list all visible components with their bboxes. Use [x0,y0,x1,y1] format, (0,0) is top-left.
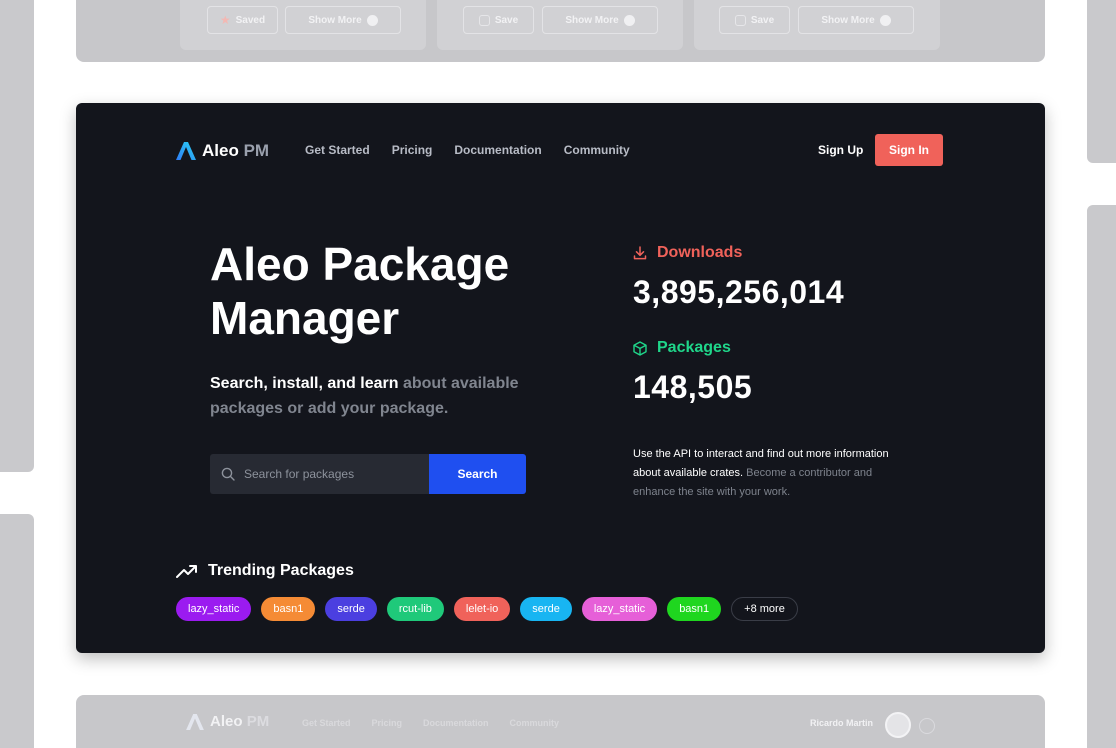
search-bar: Search for packages Search [210,454,526,494]
downloads-value: 3,895,256,014 [633,274,845,310]
downloads-label: Downloads [633,244,742,262]
packages-label: Packages [633,339,731,357]
nav-documentation[interactable]: Documentation [423,718,489,728]
main-nav: Get Started Pricing Documentation Commun… [305,143,630,157]
user-name[interactable]: Ricardo Martin [810,718,873,728]
left-ghost-panel-top [0,0,34,472]
trending-up-icon [176,565,197,578]
logo-main-text: Aleo [210,713,243,730]
hero-subtitle: Search, install, and learn about availab… [210,375,519,417]
search-icon [221,467,235,481]
page-title: Aleo Package Manager [210,238,510,344]
search-placeholder: Search for packages [244,467,355,481]
api-description: Use the API to interact and find out mor… [633,448,889,498]
download-icon [633,246,647,260]
hero-card: Aleo PM Get Started Pricing Documentatio… [76,103,1045,653]
nav-documentation[interactable]: Documentation [454,143,541,157]
aleo-logo-icon [186,713,204,730]
show-more-button[interactable]: Show More [798,6,914,34]
nav-community[interactable]: Community [510,718,560,728]
bookmark-icon [734,14,746,26]
sign-in-button[interactable]: Sign In [875,134,943,166]
tag-serde[interactable]: serde [520,597,572,621]
nav-get-started[interactable]: Get Started [305,143,370,157]
chevron-down-icon[interactable] [919,718,935,734]
save-button[interactable]: Save [463,6,534,34]
left-ghost-panel-bottom [0,514,34,748]
tag-serde[interactable]: serde [325,597,377,621]
nav-get-started[interactable]: Get Started [302,718,351,728]
search-button[interactable]: Search [429,454,526,494]
top-ghost-card: ★ Saved Show More Save Show More Save Sh… [76,0,1045,62]
chevron-right-icon [366,14,378,26]
nav-community[interactable]: Community [564,143,630,157]
bookmark-icon [478,14,490,26]
logo[interactable]: Aleo PM [186,713,269,730]
tag-basn1[interactable]: basn1 [667,597,722,621]
saved-button[interactable]: ★ Saved [207,6,278,34]
trending-tags: lazy_static basn1 serde rcut-lib lelet-i… [176,597,798,621]
save-button[interactable]: Save [719,6,790,34]
trending-title: Trending Packages [176,562,354,580]
tag-lazy-static[interactable]: lazy_static [581,597,658,621]
logo[interactable]: Aleo PM [176,141,269,161]
star-icon: ★ [219,13,231,27]
tag-lelet-io[interactable]: lelet-io [453,597,511,621]
tag-rcut-lib[interactable]: rcut-lib [386,597,444,621]
sign-up-link[interactable]: Sign Up [818,143,863,157]
show-more-button[interactable]: Show More [542,6,658,34]
chevron-right-icon [879,14,891,26]
bottom-ghost-card: Aleo PM Get Started Pricing Documentatio… [76,695,1045,748]
logo-main-text: Aleo [202,141,239,160]
right-ghost-panel-top [1087,0,1116,163]
nav-pricing[interactable]: Pricing [372,718,403,728]
nav-pricing[interactable]: Pricing [392,143,433,157]
packages-value: 148,505 [633,369,753,405]
search-input[interactable]: Search for packages [210,454,429,494]
aleo-logo-icon [176,142,196,160]
tag-basn1[interactable]: basn1 [261,597,316,621]
show-more-button[interactable]: Show More [285,6,401,34]
chevron-right-icon [623,14,635,26]
package-box-icon [633,340,647,356]
more-tags-button[interactable]: +8 more [731,597,798,621]
logo-suffix-text: PM [243,141,270,160]
avatar[interactable] [885,712,911,738]
right-ghost-panel-bottom [1087,205,1116,748]
tag-lazy-static[interactable]: lazy_static [176,597,252,621]
main-nav: Get Started Pricing Documentation Commun… [302,718,559,728]
logo-suffix-text: PM [246,713,270,730]
